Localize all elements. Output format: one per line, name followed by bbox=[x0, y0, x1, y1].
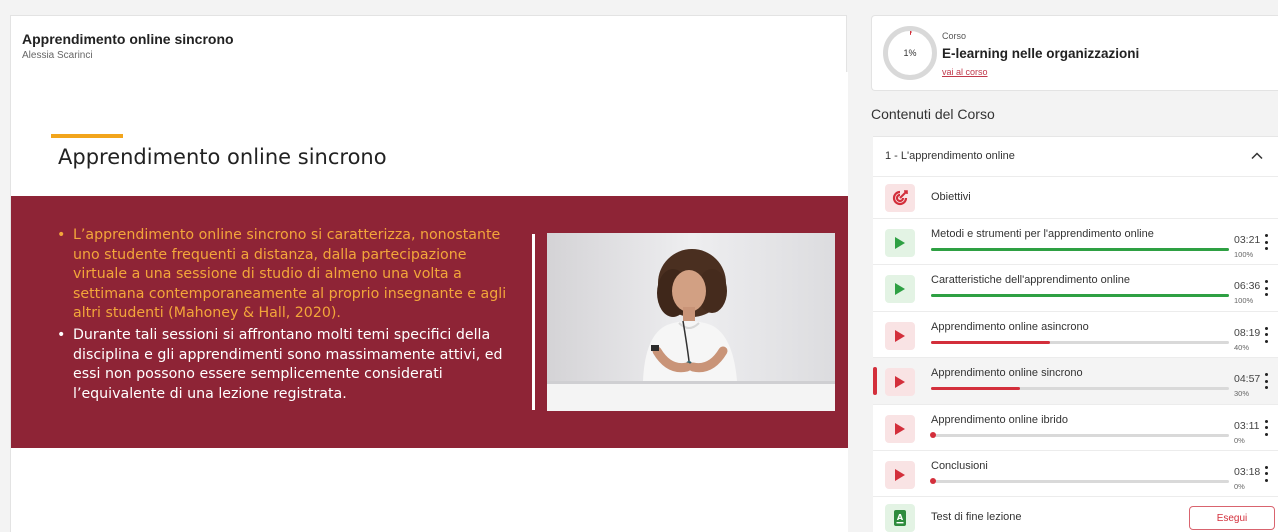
lesson-header: Apprendimento online sincrono Alessia Sc… bbox=[11, 16, 846, 72]
more-options-icon[interactable] bbox=[1263, 373, 1269, 390]
slide-divider bbox=[532, 234, 535, 410]
module-header[interactable]: 1 - L'apprendimento online bbox=[873, 137, 1278, 177]
lesson-progress-fill bbox=[931, 340, 1051, 344]
more-options-icon[interactable] bbox=[1263, 234, 1269, 250]
play-icon[interactable] bbox=[885, 275, 915, 304]
course-progress-label: 1% bbox=[903, 48, 917, 58]
slide-content-band: L’apprendimento online sincrono si carat… bbox=[11, 196, 848, 448]
more-options-icon[interactable] bbox=[1263, 280, 1269, 297]
lesson-percent: 0% bbox=[1234, 481, 1245, 491]
lesson-item-title: Caratteristiche dell'apprendimento onlin… bbox=[931, 274, 1130, 287]
test-title: Test di fine lezione bbox=[931, 511, 1022, 524]
play-icon[interactable] bbox=[885, 414, 915, 443]
lesson-duration: 04:57 bbox=[1234, 373, 1261, 386]
play-icon[interactable] bbox=[885, 368, 915, 397]
lesson-progress-dot bbox=[930, 432, 936, 439]
more-options-icon[interactable] bbox=[1263, 326, 1269, 343]
lesson-progress-bar bbox=[931, 248, 1229, 251]
lesson-progress-bar bbox=[931, 340, 1229, 344]
app: Apprendimento online sincrono Alessia Sc… bbox=[0, 0, 1278, 532]
module-panel: 1 - L'apprendimento online Obiettivi Met… bbox=[873, 136, 1278, 532]
course-kicker: Corso bbox=[942, 31, 967, 41]
course-progress-ring: 1% bbox=[883, 26, 937, 80]
lesson-duration: 08:19 bbox=[1234, 326, 1261, 339]
lesson-percent: 30% bbox=[1234, 389, 1250, 399]
lesson-duration: 03:18 bbox=[1234, 465, 1261, 478]
lesson-progress-bar bbox=[931, 294, 1229, 298]
course-card: 1% Corso E-learning nelle organizzazioni… bbox=[871, 15, 1278, 91]
lesson-item[interactable]: Conclusioni 03:18 0% bbox=[873, 450, 1278, 498]
slide: Apprendimento online sincrono L’apprendi… bbox=[11, 72, 848, 532]
lesson-item-title: Metodi e strumenti per l'apprendimento o… bbox=[931, 228, 1154, 240]
play-icon[interactable] bbox=[885, 460, 915, 489]
lesson-item-title: Apprendimento online sincrono bbox=[931, 367, 1083, 380]
lesson-percent: 100% bbox=[1234, 296, 1254, 306]
lesson-progress-bar bbox=[930, 478, 1229, 485]
contents-heading: Contenuti del Corso bbox=[871, 106, 995, 122]
module-title: 1 - L'apprendimento online bbox=[885, 150, 1015, 162]
slide-bullets: L’apprendimento online sincrono si carat… bbox=[57, 226, 517, 404]
lesson-percent: 100% bbox=[1234, 250, 1254, 259]
lesson-percent: 40% bbox=[1234, 342, 1250, 352]
active-item-marker bbox=[873, 367, 877, 396]
lesson-item-title: Apprendimento online asincrono bbox=[931, 320, 1089, 333]
lesson-item[interactable]: Caratteristiche dell'apprendimento onlin… bbox=[873, 265, 1278, 312]
lesson-percent: 0% bbox=[1234, 435, 1245, 445]
lesson-item[interactable]: Apprendimento online asincrono 08:19 40% bbox=[873, 311, 1278, 359]
more-options-icon[interactable] bbox=[1263, 465, 1269, 482]
lesson-progress-fill bbox=[931, 387, 1021, 391]
lesson-item-title: Apprendimento online ibrido bbox=[931, 413, 1068, 426]
chevron-up-icon[interactable] bbox=[1250, 149, 1264, 163]
course-name: E-learning nelle organizzazioni bbox=[942, 46, 1140, 61]
quiz-document-icon: A bbox=[885, 504, 915, 532]
presenter-video[interactable] bbox=[547, 233, 835, 411]
lesson-duration: 06:36 bbox=[1234, 280, 1261, 293]
lesson-author: Alessia Scarinci bbox=[22, 50, 93, 61]
lesson-progress-fill bbox=[931, 294, 1229, 298]
lesson-item-title: Conclusioni bbox=[931, 459, 988, 472]
run-test-button[interactable]: Esegui bbox=[1189, 506, 1275, 531]
go-to-course-link[interactable]: vai al corso bbox=[942, 67, 988, 77]
objectives-item[interactable]: Obiettivi bbox=[873, 177, 1278, 219]
presenter-illustration bbox=[547, 233, 835, 411]
svg-text:A: A bbox=[897, 513, 904, 522]
lesson-duration: 03:21 bbox=[1234, 234, 1261, 246]
test-item: A Test di fine lezione Esegui bbox=[873, 497, 1278, 532]
slide-accent-bar bbox=[51, 134, 123, 138]
slide-title: Apprendimento online sincrono bbox=[58, 145, 387, 169]
lesson-progress-bar bbox=[930, 432, 1229, 439]
play-icon[interactable] bbox=[885, 321, 915, 350]
lesson-viewer: Apprendimento online sincrono Alessia Sc… bbox=[10, 15, 848, 532]
more-options-icon[interactable] bbox=[1263, 419, 1269, 436]
play-icon[interactable] bbox=[885, 229, 915, 257]
slide-bullet-1: L’apprendimento online sincrono si carat… bbox=[57, 226, 517, 324]
lesson-item[interactable]: Apprendimento online sincrono 04:57 30% bbox=[873, 358, 1278, 405]
target-icon bbox=[885, 184, 915, 212]
lesson-item[interactable]: Metodi e strumenti per l'apprendimento o… bbox=[873, 219, 1278, 266]
lesson-duration: 03:11 bbox=[1234, 419, 1260, 432]
lesson-item[interactable]: Apprendimento online ibrido 03:11 0% bbox=[873, 404, 1278, 451]
lesson-list: Metodi e strumenti per l'apprendimento o… bbox=[873, 219, 1278, 498]
slide-bullet-2: Durante tali sessioni si affrontano molt… bbox=[57, 326, 517, 404]
objectives-title: Obiettivi bbox=[931, 191, 971, 203]
lesson-title: Apprendimento online sincrono bbox=[22, 31, 234, 47]
lesson-progress-fill bbox=[931, 248, 1229, 251]
lesson-progress-dot bbox=[930, 478, 936, 485]
lesson-progress-bar bbox=[931, 387, 1229, 391]
